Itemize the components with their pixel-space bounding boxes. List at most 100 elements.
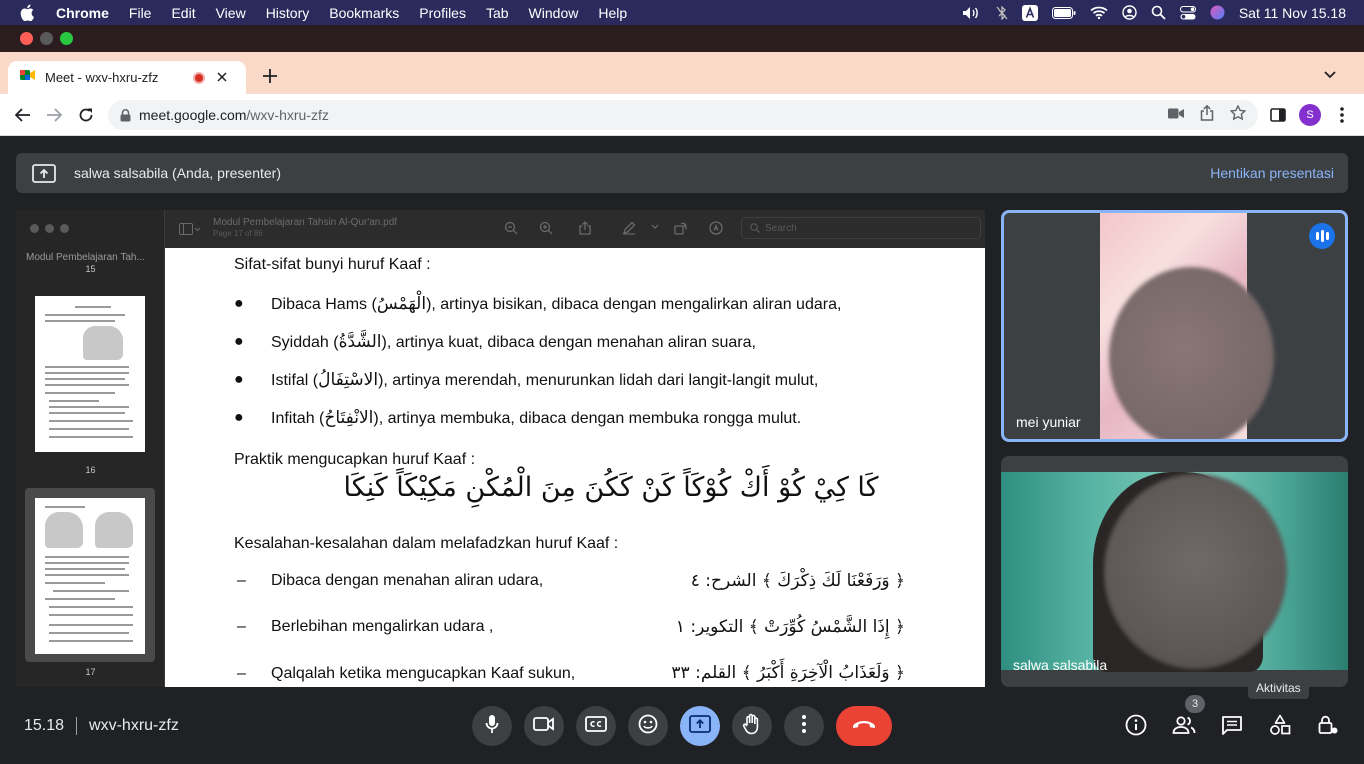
url-path: /wxv-hxru-zfz xyxy=(246,107,329,123)
mistake-3-arabic: ﴿ وَلَعَذَابُ الْآخِرَةِ أَكْبَرُ ﴾ القل… xyxy=(671,663,905,683)
share-icon xyxy=(579,221,591,235)
more-vertical-icon xyxy=(802,714,806,738)
blurred-face xyxy=(1109,267,1274,439)
host-controls-button[interactable] xyxy=(1315,714,1341,740)
url-text[interactable]: meet.google.com/wxv-hxru-zfz xyxy=(139,107,329,123)
present-now-button[interactable] xyxy=(680,706,720,746)
share-page-icon[interactable] xyxy=(1200,104,1214,126)
heading-praktik: Praktik mengucapkan huruf Kaaf : xyxy=(234,451,476,468)
host-controls-lock-icon xyxy=(1317,714,1339,741)
mistake-2-arabic: ﴿ إِذَا الشَّمْسُ كُوِّرَتْ ﴾ التكوير: ١ xyxy=(675,617,905,637)
user-account-icon[interactable] xyxy=(1122,5,1137,20)
menu-profiles[interactable]: Profiles xyxy=(419,5,466,21)
address-bar[interactable]: meet.google.com/wxv-hxru-zfz xyxy=(108,100,1258,130)
reload-button[interactable] xyxy=(74,104,98,126)
bullet-infitah: Infitah (الانْفِتَاحُ), artinya membuka,… xyxy=(271,408,802,428)
participant-tile-mei-yuniar[interactable]: mei yuniar xyxy=(1001,210,1348,442)
menu-tab[interactable]: Tab xyxy=(486,5,509,21)
close-tab-icon[interactable] xyxy=(217,69,227,87)
bullet-hams: Dibaca Hams (الْهَمْسُ), artinya bisikan… xyxy=(271,294,842,314)
page-thumbnail-17 xyxy=(35,498,145,654)
search-icon xyxy=(750,223,760,233)
bookmark-star-icon[interactable] xyxy=(1229,103,1247,126)
sidebar-toggle-icon xyxy=(179,222,201,240)
bluetooth-off-icon[interactable] xyxy=(996,5,1008,20)
tab-title: Meet - wxv-hxru-zfz xyxy=(45,70,159,85)
viewer-zoom-dot xyxy=(60,224,69,233)
tab-search-chevron-icon[interactable] xyxy=(1324,66,1336,84)
participant-name: salwa salsabila xyxy=(1013,657,1108,673)
pdf-document-title: Modul Pembelajaran Tahsin Al-Qur'an.pdf xyxy=(213,217,398,228)
participant-count-badge: 3 xyxy=(1185,695,1205,713)
captions-button[interactable] xyxy=(576,706,616,746)
minimize-window-button[interactable] xyxy=(40,32,53,45)
activities-button[interactable] xyxy=(1267,714,1293,740)
macos-menu-bar: Chrome File Edit View History Bookmarks … xyxy=(0,0,1364,25)
leave-call-button[interactable] xyxy=(836,706,892,746)
reactions-button[interactable] xyxy=(628,706,668,746)
spotlight-search-icon[interactable] xyxy=(1151,5,1166,20)
control-center-icon[interactable] xyxy=(1179,5,1196,20)
siri-icon[interactable] xyxy=(1210,5,1225,20)
thumbnail-label-17: 17 xyxy=(85,667,96,677)
input-source-icon[interactable] xyxy=(1021,4,1038,21)
markup-pen-icon xyxy=(622,221,636,235)
menubar-clock[interactable]: Sat 11 Nov 15.18 xyxy=(1239,5,1346,21)
close-window-button[interactable] xyxy=(20,32,33,45)
camera-in-use-icon[interactable] xyxy=(1168,106,1184,124)
bullet-istifal: Istifal (الاسْتِفَالُ), artinya merendah… xyxy=(271,370,819,390)
apple-icon[interactable] xyxy=(20,4,38,21)
pdf-search-field: Search xyxy=(741,217,981,239)
thumbnail-number-partial: 15 xyxy=(85,264,96,274)
menu-file[interactable]: File xyxy=(129,5,152,21)
camera-button[interactable] xyxy=(524,706,564,746)
profile-avatar[interactable]: S xyxy=(1299,104,1321,126)
zoom-in-icon xyxy=(539,221,553,235)
menu-window[interactable]: Window xyxy=(529,5,579,21)
lock-icon[interactable] xyxy=(120,108,131,122)
page-thumbnail-16 xyxy=(35,296,145,452)
menu-app-chrome[interactable]: Chrome xyxy=(56,5,109,21)
more-options-button[interactable] xyxy=(784,706,824,746)
chrome-menu-icon[interactable] xyxy=(1334,104,1350,126)
menu-history[interactable]: History xyxy=(266,5,310,21)
tab-meet[interactable]: Meet - wxv-hxru-zfz xyxy=(8,61,246,94)
volume-icon[interactable] xyxy=(962,6,982,20)
hang-up-icon xyxy=(851,717,877,735)
forward-button[interactable] xyxy=(42,104,66,126)
shared-screen: Modul Pembelajaran Tahsin Al-Qur'an.pdf … xyxy=(16,210,985,687)
stop-presenting-button[interactable]: Hentikan presentasi xyxy=(1210,165,1334,181)
annotate-icon xyxy=(709,221,723,235)
menu-view[interactable]: View xyxy=(216,5,246,21)
dash-mark: – xyxy=(237,618,246,635)
back-button[interactable] xyxy=(11,104,35,126)
menu-bookmarks[interactable]: Bookmarks xyxy=(329,5,399,21)
url-host: meet.google.com xyxy=(139,107,247,123)
zoom-window-button[interactable] xyxy=(60,32,73,45)
people-button[interactable] xyxy=(1171,714,1197,740)
menu-edit[interactable]: Edit xyxy=(171,5,195,21)
new-tab-button[interactable] xyxy=(259,64,281,88)
rotate-icon xyxy=(674,221,688,235)
side-panel-icon[interactable] xyxy=(1268,104,1288,126)
divider xyxy=(76,717,78,735)
chat-button[interactable] xyxy=(1219,714,1245,740)
recording-indicator-icon xyxy=(193,71,205,84)
closed-captions-icon xyxy=(585,715,607,737)
info-icon xyxy=(1125,714,1147,741)
wifi-icon[interactable] xyxy=(1090,6,1108,19)
sidebar-document-title: Modul Pembelajaran Tah... xyxy=(26,252,145,263)
raise-hand-button[interactable] xyxy=(732,706,772,746)
dash-mark: – xyxy=(237,665,246,682)
battery-icon[interactable] xyxy=(1051,6,1076,19)
microphone-button[interactable] xyxy=(472,706,512,746)
mistake-1-arabic: ﴿ وَرَفَعْنَا لَكَ ذِكْرَكَ ﴾ الشرح: ٤ xyxy=(690,571,905,591)
video-camera-icon xyxy=(533,716,555,737)
presenter-label: salwa salsabila (Anda, presenter) xyxy=(74,165,281,181)
heading-kesalahan: Kesalahan-kesalahan dalam melafadzkan hu… xyxy=(234,535,619,552)
meeting-details-button[interactable] xyxy=(1123,714,1149,740)
menu-help[interactable]: Help xyxy=(598,5,627,21)
participant-tile-salwa-salsabila[interactable]: salwa salsabila xyxy=(1001,456,1348,687)
microphone-icon xyxy=(485,714,499,739)
mistake-3-text: Qalqalah ketika mengucapkan Kaaf sukun, xyxy=(271,665,576,682)
